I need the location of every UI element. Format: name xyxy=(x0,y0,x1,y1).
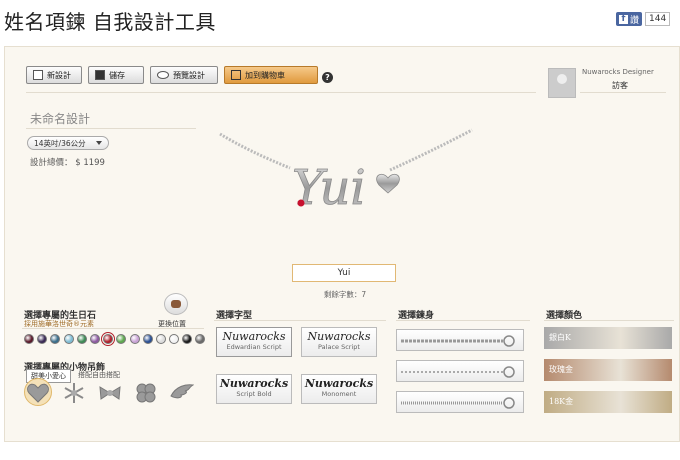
birthstone-option[interactable] xyxy=(155,334,166,344)
facebook-like-label: 讚 xyxy=(630,15,640,26)
font-sample: Nuwarocks xyxy=(219,377,289,390)
color-divider xyxy=(544,320,674,321)
birthstone-option[interactable] xyxy=(37,334,48,344)
charm-list xyxy=(26,382,194,404)
font-label: Script Bold xyxy=(236,390,272,398)
chain-right xyxy=(389,128,473,172)
heart-pendant-icon xyxy=(376,173,400,194)
chain-left xyxy=(219,132,291,170)
font-sample: Nuwarocks xyxy=(307,330,371,343)
necklace-preview: Yui xyxy=(219,128,473,216)
chain-style-2-icon xyxy=(401,366,515,378)
design-name-divider xyxy=(26,128,196,129)
charm-subtitle: 搭配自由搭配 xyxy=(78,371,120,379)
new-design-label: 新設計 xyxy=(47,70,71,80)
chain-divider xyxy=(396,320,530,321)
preview-design-button[interactable]: 預覽設計 xyxy=(150,66,218,84)
designer-divider xyxy=(580,92,666,93)
design-total-value: $ 1199 xyxy=(75,158,105,168)
birthstone-option[interactable] xyxy=(101,332,116,346)
chain-option-1[interactable] xyxy=(396,329,524,351)
save-label: 儲存 xyxy=(109,70,125,80)
chain-style-1-icon xyxy=(401,335,515,347)
toolbar: 新設計 儲存 預覽設計 加到購物車 xyxy=(26,66,318,84)
floppy-disk-icon xyxy=(95,70,105,80)
facebook-like-button[interactable]: f讚 xyxy=(616,12,643,26)
font-sample: Nuwarocks xyxy=(304,377,374,390)
birthstone-option[interactable] xyxy=(76,334,87,344)
facebook-like[interactable]: f讚 144 xyxy=(616,12,671,26)
add-to-cart-button[interactable]: 加到購物車 xyxy=(224,66,318,84)
preview-design-label: 預覽設計 xyxy=(173,70,205,80)
birthstone-option[interactable] xyxy=(142,334,153,344)
color-option-silver[interactable]: 銀白K xyxy=(544,327,672,349)
chain-length-select[interactable]: 14英吋/36公分 xyxy=(27,136,109,150)
font-label: Palace Script xyxy=(318,343,360,351)
font-label: Edwardian Script xyxy=(226,343,282,351)
birthstone-option[interactable] xyxy=(116,334,127,344)
eye-icon xyxy=(157,71,169,79)
save-button[interactable]: 儲存 xyxy=(88,66,144,84)
font-option-monoment[interactable]: Nuwarocks Monoment xyxy=(301,374,377,404)
facebook-like-count: 144 xyxy=(645,12,671,26)
birthstone-option[interactable] xyxy=(63,334,74,344)
design-total-label: 設計總價： xyxy=(30,158,73,168)
birthstone-option[interactable] xyxy=(129,334,140,344)
toolbar-divider xyxy=(26,92,536,93)
chevron-down-icon xyxy=(96,141,102,145)
bow-charm-icon[interactable] xyxy=(98,382,122,404)
font-option-palace[interactable]: Nuwarocks Palace Script xyxy=(301,327,377,357)
birthstone-option[interactable] xyxy=(182,334,193,344)
snowflake-charm-icon[interactable] xyxy=(62,382,86,404)
change-position-button[interactable] xyxy=(164,293,188,315)
color-option-rose-gold[interactable]: 玫瑰金 xyxy=(544,359,672,381)
birthstone-option[interactable] xyxy=(50,334,61,344)
help-icon[interactable]: ? xyxy=(322,72,333,83)
design-total: 設計總價： $ 1199 xyxy=(30,156,105,168)
designer-role: 訪客 xyxy=(612,81,628,90)
chain-option-2[interactable] xyxy=(396,360,524,382)
birthstone-divider xyxy=(22,328,204,329)
birthstone-list xyxy=(24,332,206,346)
chain-style-3-icon xyxy=(401,397,515,409)
facebook-icon: f xyxy=(619,14,628,24)
heart-charm-icon[interactable] xyxy=(26,382,50,404)
birthstone-gem xyxy=(297,199,305,207)
name-input[interactable]: Yui xyxy=(292,264,396,282)
remaining-characters: 剩餘字數：7 xyxy=(323,290,367,299)
add-to-cart-label: 加到購物車 xyxy=(245,70,285,80)
design-name[interactable]: 未命名設計 xyxy=(30,110,90,127)
birthstone-option[interactable] xyxy=(89,334,100,344)
birthstone-option[interactable] xyxy=(169,334,180,344)
font-sample: Nuwarocks xyxy=(222,330,286,343)
heart-swap-icon xyxy=(171,300,181,308)
font-option-script-bold[interactable]: Nuwarocks Script Bold xyxy=(216,374,292,404)
font-label: Monoment xyxy=(321,390,357,398)
wing-charm-icon[interactable] xyxy=(170,382,194,404)
pendant-name: Yui xyxy=(292,160,366,216)
font-divider xyxy=(214,320,386,321)
page-title: 姓名項鍊 自我設計工具 xyxy=(4,10,216,34)
chain-length-value: 14英吋/36公分 xyxy=(34,138,86,148)
birthstone-option[interactable] xyxy=(24,334,34,344)
birthstone-option[interactable] xyxy=(195,334,206,344)
new-design-button[interactable]: 新設計 xyxy=(26,66,82,84)
font-option-edwardian[interactable]: Nuwarocks Edwardian Script xyxy=(216,327,292,357)
clover-charm-icon[interactable] xyxy=(134,382,158,404)
chain-option-3[interactable] xyxy=(396,391,524,413)
shopping-basket-icon xyxy=(231,70,241,80)
avatar xyxy=(548,68,576,98)
color-option-18k-gold[interactable]: 18K金 xyxy=(544,391,672,413)
designer-name: Nuwarocks Designer xyxy=(582,68,654,76)
document-icon xyxy=(33,70,43,80)
